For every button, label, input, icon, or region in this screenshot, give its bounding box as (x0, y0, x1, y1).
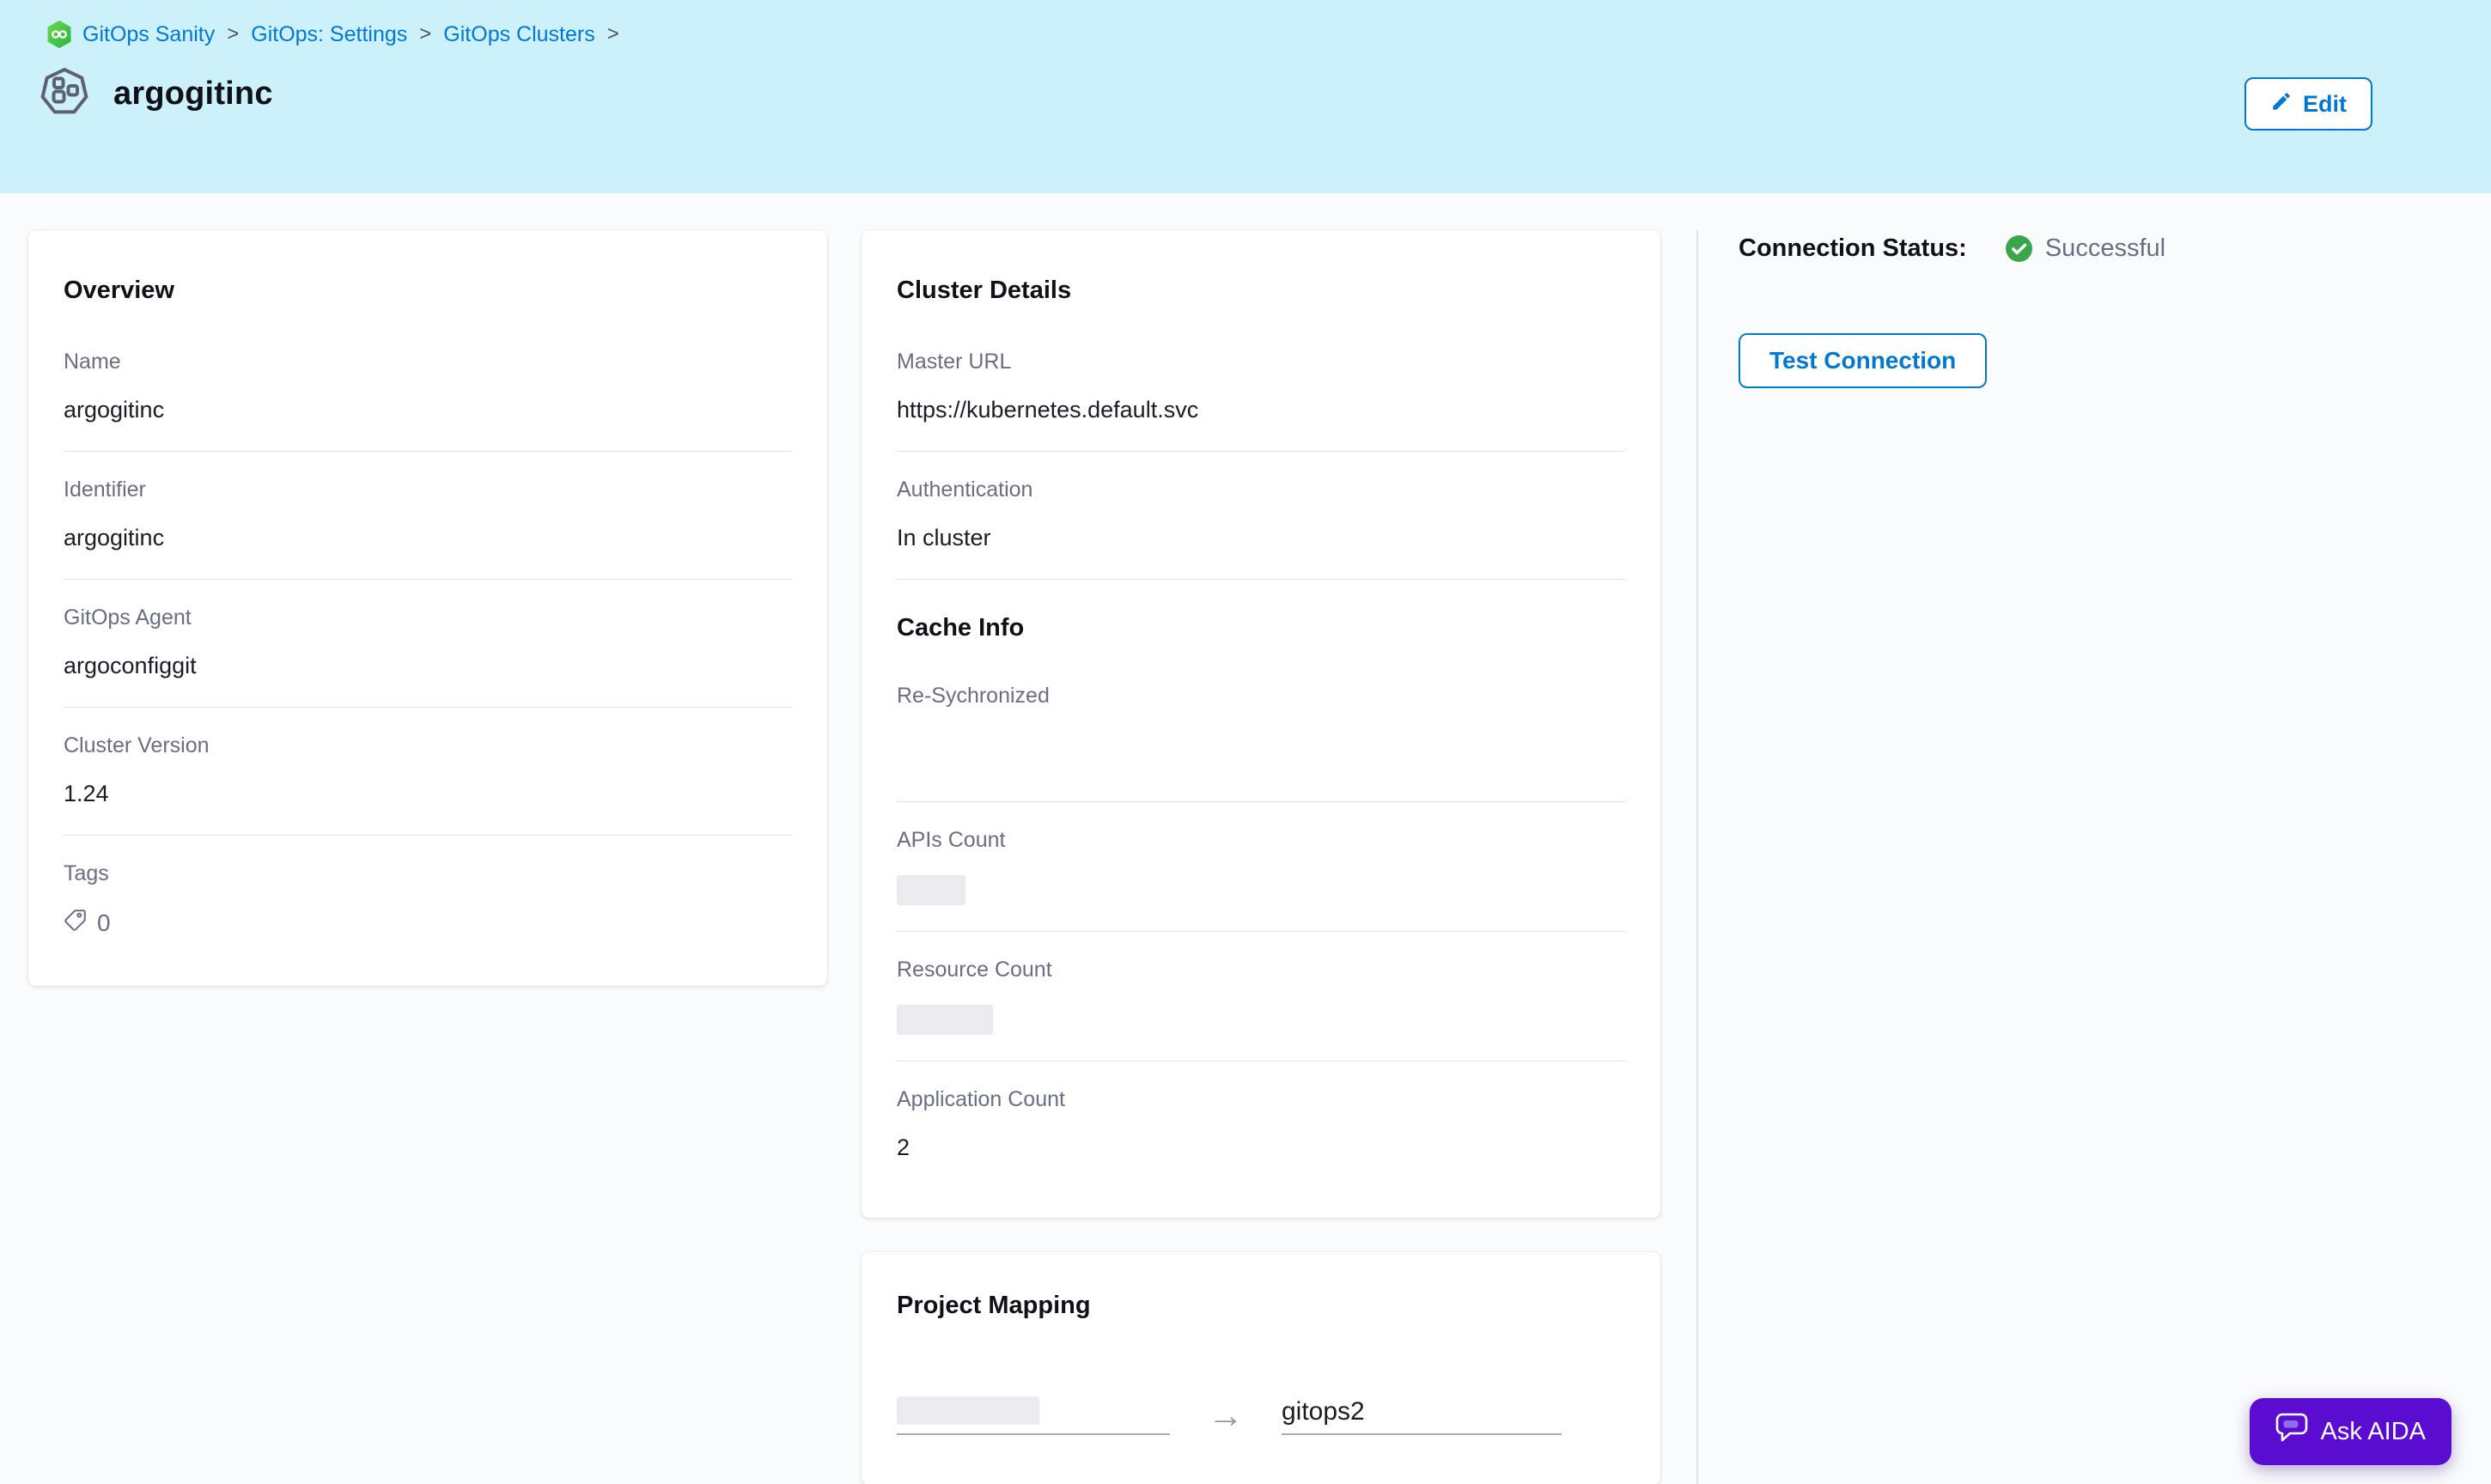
connection-panel: Connection Status: Successful Test Conne… (1739, 234, 2165, 388)
connection-status-label: Connection Status: (1739, 234, 1967, 263)
field-label: GitOps Agent (64, 605, 792, 630)
cluster-details-card: Cluster Details Master URL https://kuber… (862, 230, 1660, 1218)
overview-card: Overview Name argogitinc Identifier argo… (28, 230, 827, 986)
pencil-icon (2270, 90, 2293, 119)
field-tags: Tags 0 (64, 836, 792, 986)
cluster-icon (40, 67, 89, 121)
breadcrumb: GitOps Sanity > GitOps: Settings > GitOp… (0, 0, 2491, 48)
field-resynchronized: Re-Sychronized (897, 642, 1625, 802)
field-label: Master URL (897, 350, 1625, 374)
field-value: argogitinc (64, 525, 792, 553)
field-master-url: Master URL https://kubernetes.default.sv… (897, 305, 1625, 452)
overview-title: Overview (64, 230, 792, 305)
cache-info-title: Cache Info (897, 614, 1625, 642)
field-label: Tags (64, 861, 792, 886)
edit-button[interactable]: Edit (2244, 77, 2372, 131)
ask-aida-button[interactable]: Ask AIDA (2250, 1398, 2452, 1465)
field-value: 2 (897, 1134, 1625, 1163)
field-label: Authentication (897, 477, 1625, 502)
page-title: argogitinc (113, 76, 273, 113)
edit-button-label: Edit (2303, 91, 2347, 118)
skeleton-placeholder (897, 875, 965, 905)
breadcrumb-link-gitops-settings[interactable]: GitOps: Settings (251, 22, 407, 47)
breadcrumb-link-gitops-clusters[interactable]: GitOps Clusters (443, 22, 594, 47)
project-mapping-title: Project Mapping (897, 1292, 1625, 1320)
field-resource-count: Resource Count (897, 932, 1625, 1061)
project-mapping-target-value: gitops2 (1282, 1397, 1365, 1426)
gitops-cluster-detail-page: GitOps Sanity > GitOps: Settings > GitOp… (0, 0, 2491, 1484)
cluster-details-title: Cluster Details (897, 230, 1625, 305)
skeleton-placeholder (897, 1005, 993, 1035)
main-content: Overview Name argogitinc Identifier argo… (0, 193, 2491, 1484)
skeleton-placeholder (897, 1396, 1039, 1425)
breadcrumb-separator: > (417, 22, 433, 46)
field-value: argoconfiggit (64, 653, 792, 681)
field-label: Resource Count (897, 958, 1625, 982)
tags-value: 0 (64, 909, 792, 938)
field-value: In cluster (897, 525, 1625, 553)
breadcrumb-separator: > (606, 22, 621, 46)
check-circle-icon (2005, 234, 2033, 263)
field-authentication: Authentication In cluster (897, 452, 1625, 580)
field-cluster-version: Cluster Version 1.24 (64, 708, 792, 836)
breadcrumb-separator: > (225, 22, 241, 46)
field-label: APIs Count (897, 828, 1625, 853)
field-name: Name argogitinc (64, 305, 792, 452)
field-value (897, 1005, 1625, 1035)
field-apis-count: APIs Count (897, 802, 1625, 932)
field-value-empty (897, 731, 1625, 775)
chat-bubble-icon (2275, 1413, 2308, 1451)
project-mapping-target-field[interactable]: gitops2 (1282, 1397, 1562, 1435)
field-value: 1.24 (64, 781, 792, 809)
ask-aida-label: Ask AIDA (2321, 1418, 2427, 1446)
field-gitops-agent: GitOps Agent argoconfiggit (64, 580, 792, 708)
connection-status-row: Connection Status: Successful (1739, 234, 2165, 263)
tags-count: 0 (97, 909, 111, 937)
field-label: Cluster Version (64, 733, 792, 758)
field-value (897, 875, 1625, 905)
field-label: Application Count (897, 1087, 1625, 1112)
field-label: Identifier (64, 477, 792, 502)
middle-column: Cluster Details Master URL https://kuber… (862, 230, 1660, 1484)
gitops-icon (46, 21, 72, 48)
tag-icon (64, 909, 87, 938)
field-value: argogitinc (64, 397, 792, 425)
connection-status-value: Successful (2045, 234, 2165, 263)
arrow-right-icon: → (1208, 1396, 1244, 1435)
title-row: argogitinc (40, 67, 2491, 121)
breadcrumb-link-gitops-sanity[interactable]: GitOps Sanity (82, 22, 215, 47)
field-value: https://kubernetes.default.svc (897, 397, 1625, 425)
field-application-count: Application Count 2 (897, 1061, 1625, 1218)
field-identifier: Identifier argogitinc (64, 452, 792, 580)
project-mapping-source-field[interactable] (897, 1396, 1170, 1435)
vertical-divider (1696, 230, 1698, 1484)
test-connection-button[interactable]: Test Connection (1739, 333, 1987, 388)
field-label: Name (64, 350, 792, 374)
project-mapping-row: → gitops2 (897, 1396, 1625, 1435)
field-label: Re-Sychronized (897, 684, 1625, 709)
page-header: GitOps Sanity > GitOps: Settings > GitOp… (0, 0, 2491, 193)
project-mapping-card: Project Mapping → gitops2 (862, 1252, 1660, 1484)
